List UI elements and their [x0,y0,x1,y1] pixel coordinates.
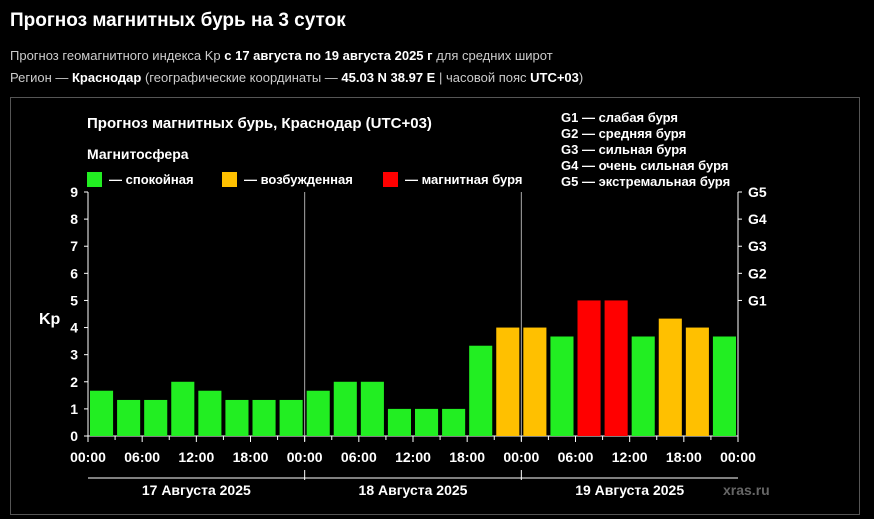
legend-label-2: — возбужденная [244,172,353,187]
forecast-period-range: с 17 августа по 19 августа 2025 г [224,48,433,63]
y-tick-label-0: 0 [70,428,78,444]
day-label-1: 17 Августа 2025 [142,482,251,498]
region-timezone: UTC+03 [530,70,579,85]
y-tick-label-8: 8 [70,211,78,227]
y-tick-label-4: 4 [70,320,78,336]
x-tick-label-8: 18:00 [449,449,485,465]
g-legend-item-3: G3 — сильная буря [561,142,687,157]
x-tick-label-11: 12:00 [612,449,648,465]
kp-bar-18 [550,336,574,436]
x-tick-label-5: 00:00 [287,449,323,465]
kp-bar-1 [90,390,114,436]
y-tick-label-7: 7 [70,238,78,254]
x-tick-label-12: 18:00 [666,449,702,465]
y-tick-label-3: 3 [70,347,78,363]
coords-prefix: (географические координаты — [141,70,342,85]
legend-swatch-2 [222,172,237,187]
kp-bar-6 [225,399,249,436]
kp-bar-11 [360,381,384,436]
kp-bar-14 [442,408,466,436]
kp-bar-12 [387,408,411,436]
y-tick-label-1: 1 [70,401,78,417]
forecast-period-prefix: Прогноз геомагнитного индекса Kp [10,48,225,63]
kp-bar-13 [415,408,439,436]
x-tick-label-4: 18:00 [233,449,269,465]
kp-bar-22 [658,318,682,436]
g-label-G3: G3 [748,238,767,254]
region-name: Краснодар [71,70,142,85]
g-legend-item-5: G5 — экстремальная буря [561,174,730,189]
g-label-G4: G4 [748,211,767,227]
region-prefix: Регион — [10,70,72,85]
kp-bar-24 [712,336,736,436]
kp-bar-9 [306,390,330,436]
kp-bar-5 [198,390,222,436]
magnetosphere-legend: — спокойная — возбужденная — магнитная бур… [87,172,522,187]
legend-label-3: — магнитная буря [405,172,522,187]
y-axis-label: Kp [39,311,61,328]
y-tick-label-6: 6 [70,265,78,281]
y-tick-label-9: 9 [70,184,78,200]
forecast-period-suffix: для средних широт [432,48,553,63]
g-legend-item-1: G1 — слабая буря [561,110,678,125]
legend-swatch-3 [383,172,398,187]
timezone-prefix: | часовой пояс [435,70,531,85]
legend-label-1: — спокойная [109,172,194,187]
region-line: Регион — Краснодар (географические коорд… [10,70,583,85]
x-tick-label-6: 06:00 [341,449,377,465]
chart-panel: Прогноз магнитных бурь, Краснодар (UTC+0… [10,97,860,515]
kp-bar-15 [469,345,493,436]
page-title: Прогноз магнитных бурь на 3 суток [10,10,346,31]
kp-forecast-chart: Прогноз магнитных бурь, Краснодар (UTC+0… [39,110,770,498]
x-tick-label-13: 00:00 [720,449,756,465]
kp-bar-20 [604,300,628,436]
g-label-G1: G1 [748,292,767,308]
kp-bar-7 [252,399,276,436]
kp-bar-17 [523,327,547,436]
chart-title: Прогноз магнитных бурь, Краснодар (UTC+0… [87,115,432,132]
kp-bar-2 [117,399,141,436]
watermark: xras.ru [723,482,770,498]
y-tick-label-2: 2 [70,374,78,390]
x-tick-label-2: 06:00 [124,449,160,465]
kp-bar-19 [577,300,601,436]
region-line-end: ) [578,70,584,85]
day-label-2: 18 Августа 2025 [359,482,468,498]
forecast-period-line: Прогноз геомагнитного индекса Kp с 17 ав… [10,48,553,63]
y-tick-label-5: 5 [70,292,78,308]
g-legend-item-2: G2 — средняя буря [561,126,686,141]
kp-bar-8 [279,399,303,436]
g-label-G5: G5 [748,184,767,200]
kp-bar-3 [144,399,168,436]
region-coords: 45.03 N 38.97 E [341,70,436,85]
kp-bar-23 [685,327,709,436]
g-label-G2: G2 [748,265,767,281]
day-label-3: 19 Августа 2025 [575,482,684,498]
kp-bar-4 [171,381,195,436]
x-tick-label-7: 12:00 [395,449,431,465]
kp-bar-16 [496,327,520,436]
kp-bar-10 [333,381,357,436]
x-tick-label-1: 00:00 [70,449,106,465]
legend-title: Магнитосфера [87,146,189,162]
legend-swatch-1 [87,172,102,187]
plot-area: 0 1 2 3 4 5 6 7 8 9 G1 G2 G3 G4 G5 00:00 06:00 12:00 18:00… [70,184,767,498]
g-legend-item-4: G4 — очень сильная буря [561,158,728,173]
x-tick-label-9: 00:00 [503,449,539,465]
g-scale-legend: G1 — слабая буряG2 — средняя буряG3 — си… [561,110,730,189]
x-tick-label-10: 06:00 [558,449,594,465]
x-tick-label-3: 12:00 [178,449,214,465]
kp-bar-21 [631,336,655,436]
